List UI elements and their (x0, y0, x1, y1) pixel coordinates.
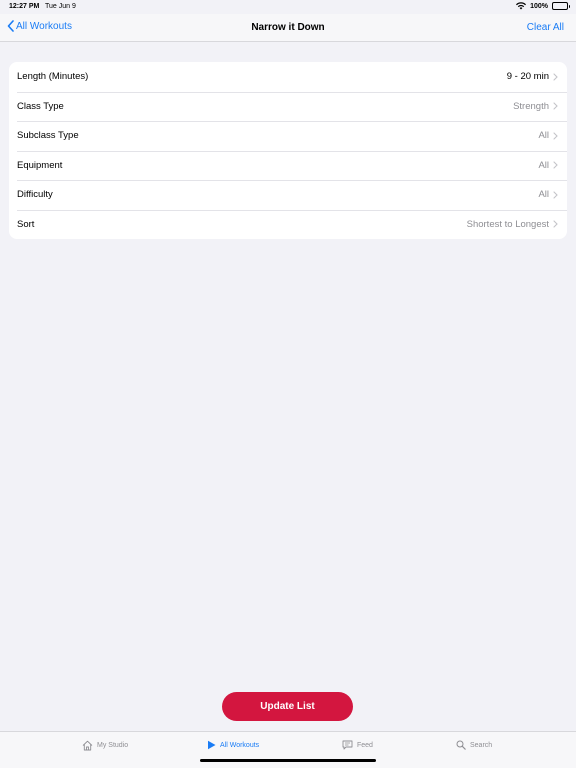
status-date: Tue Jun 9 (45, 3, 76, 10)
filter-row-sort[interactable]: Sort Shortest to Longest (9, 209, 567, 240)
chevron-right-icon (553, 191, 558, 199)
update-list-button[interactable]: Update List (222, 692, 353, 721)
wifi-icon (516, 2, 527, 10)
filter-label: Length (Minutes) (17, 71, 89, 83)
status-time: 12:27 PM (9, 3, 40, 10)
filter-label: Class Type (17, 100, 64, 112)
tab-label: Search (470, 741, 493, 749)
battery-icon (552, 2, 570, 10)
status-bar: 12:27 PM Tue Jun 9 100% (0, 0, 576, 14)
clear-all-button[interactable]: Clear All (527, 22, 564, 33)
filter-value: All (538, 189, 549, 201)
house-icon (82, 740, 93, 751)
filter-value: Shortest to Longest (466, 218, 549, 230)
filter-row-subclass-type[interactable]: Subclass Type All (9, 121, 567, 151)
play-icon (208, 740, 216, 750)
battery-percent: 100% (530, 2, 548, 10)
chevron-right-icon (553, 102, 558, 110)
screen: 12:27 PM Tue Jun 9 100% All Workouts Nar… (0, 0, 576, 768)
tab-all-workouts[interactable]: All Workouts (207, 740, 259, 750)
home-indicator (200, 759, 376, 762)
filter-label: Difficulty (17, 189, 53, 201)
filter-row-length[interactable]: Length (Minutes) 9 - 20 min (9, 62, 567, 92)
tab-label: My Studio (97, 742, 129, 749)
filter-list: Length (Minutes) 9 - 20 min Class Type S… (9, 62, 567, 239)
navigation-bar: All Workouts Narrow it Down Clear All (0, 14, 576, 42)
filter-value: All (538, 159, 549, 171)
chat-bubble-icon (342, 740, 353, 750)
filter-value: 9 - 20 min (506, 71, 549, 83)
tab-label: Feed (357, 741, 373, 749)
chevron-right-icon (553, 73, 558, 81)
filter-row-class-type[interactable]: Class Type Strength (9, 91, 567, 122)
filter-label: Equipment (17, 159, 63, 171)
status-indicators: 100% (516, 2, 570, 10)
filter-value: All (538, 130, 549, 142)
filter-label: Subclass Type (17, 130, 79, 142)
tab-feed[interactable]: Feed (342, 740, 373, 750)
filter-label: Sort (17, 218, 35, 230)
tab-search[interactable]: Search (456, 740, 492, 750)
tab-my-studio[interactable]: My Studio (82, 740, 128, 751)
filter-row-difficulty[interactable]: Difficulty All (9, 180, 567, 210)
chevron-right-icon (553, 220, 558, 228)
page-title: Narrow it Down (251, 22, 325, 33)
tab-label: All Workouts (220, 741, 260, 749)
chevron-right-icon (553, 132, 558, 140)
search-icon (456, 740, 466, 750)
chevron-right-icon (553, 161, 558, 169)
tab-bar: My Studio All Workouts Feed Search (0, 731, 576, 768)
filter-row-equipment[interactable]: Equipment All (9, 150, 567, 181)
filter-value: Strength (513, 100, 549, 112)
